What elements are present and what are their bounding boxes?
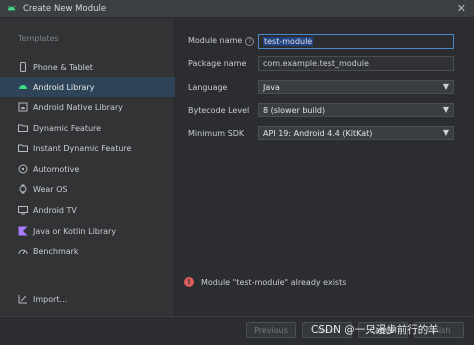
- phone-icon: [18, 62, 28, 72]
- android-logo-icon: [7, 5, 16, 11]
- sidebar-item-android-tv[interactable]: Android TV: [0, 200, 175, 220]
- import-label: Import...: [33, 294, 68, 304]
- minimum-sdk-select[interactable]: API 19: Android 4.4 (KitKat) ▼: [258, 126, 454, 140]
- module-name-input[interactable]: test-module: [258, 34, 454, 49]
- kotlin-icon: [18, 226, 28, 236]
- language-row: Language: [188, 79, 258, 95]
- templates-sidebar: Templates Phone & Tablet Android Library…: [0, 19, 175, 316]
- help-icon[interactable]: ?: [245, 37, 255, 46]
- sidebar-item-dynamic-feature[interactable]: Dynamic Feature: [0, 118, 175, 138]
- android-icon: [18, 82, 28, 92]
- package-name-input[interactable]: com.example.test_module: [258, 56, 454, 71]
- package-name-value: com.example.test_module: [263, 59, 369, 68]
- chevron-down-icon: ▼: [442, 128, 449, 137]
- language-label: Language: [188, 82, 228, 92]
- native-library-icon: [18, 102, 28, 112]
- tv-icon: [18, 205, 28, 215]
- sidebar-item-label: Android Library: [33, 82, 95, 92]
- watermark-text: CSDN @一只漫步前行的羊: [311, 324, 439, 336]
- sidebar-item-label: Automotive: [33, 164, 80, 174]
- sidebar-item-label: Phone & Tablet: [33, 62, 93, 72]
- sidebar-item-automotive[interactable]: Automotive: [0, 159, 175, 179]
- package-name-label: Package name: [188, 58, 247, 68]
- package-name-row: Package name: [188, 55, 258, 71]
- bytecode-level-select[interactable]: 8 (slower build) ▼: [258, 103, 454, 117]
- sidebar-item-android-library[interactable]: Android Library: [0, 77, 175, 97]
- sidebar-item-label: Android TV: [33, 205, 77, 215]
- benchmark-icon: [18, 246, 28, 256]
- language-select[interactable]: Java ▼: [258, 80, 454, 94]
- bytecode-level-value: 8 (slower build): [263, 105, 326, 115]
- sidebar-item-android-native-library[interactable]: Android Native Library: [0, 97, 175, 117]
- bytecode-level-label: Bytecode Level: [188, 105, 250, 115]
- window-title: Create New Module: [23, 3, 107, 14]
- close-icon[interactable]: ✕: [457, 2, 466, 15]
- templates-header: Templates: [18, 34, 59, 43]
- sidebar-item-instant-dynamic-feature[interactable]: Instant Dynamic Feature: [0, 138, 175, 158]
- import-button[interactable]: Import...: [0, 289, 175, 309]
- chevron-down-icon: ▼: [442, 82, 449, 91]
- sidebar-item-label: Dynamic Feature: [33, 123, 102, 133]
- validation-error: ! Module "test-module" already exists: [184, 277, 346, 287]
- sidebar-item-java-kotlin-library[interactable]: Java or Kotlin Library: [0, 221, 175, 241]
- module-name-label: Module name?: [188, 36, 258, 46]
- minimum-sdk-label: Minimum SDK: [188, 128, 245, 138]
- previous-button[interactable]: Previous: [246, 322, 296, 338]
- bytecode-level-row: Bytecode Level: [188, 102, 258, 118]
- minimum-sdk-value: API 19: Android 4.4 (KitKat): [263, 128, 373, 138]
- error-icon: !: [184, 277, 194, 287]
- sidebar-item-label: Java or Kotlin Library: [33, 226, 117, 236]
- minimum-sdk-row: Minimum SDK: [188, 125, 258, 141]
- sidebar-item-label: Benchmark: [33, 246, 79, 256]
- module-name-value: test-module: [263, 37, 314, 46]
- chevron-down-icon: ▼: [442, 105, 449, 114]
- watch-icon: [18, 184, 28, 194]
- module-name-row: Module name?: [188, 33, 258, 49]
- sidebar-item-label: Instant Dynamic Feature: [33, 143, 132, 153]
- car-icon: [18, 164, 28, 174]
- import-icon: [18, 294, 28, 304]
- language-value: Java: [263, 82, 280, 92]
- module-form: Module name? test-module Package name co…: [176, 19, 474, 316]
- error-message: Module "test-module" already exists: [201, 277, 347, 287]
- sidebar-item-wear-os[interactable]: Wear OS: [0, 179, 175, 199]
- sidebar-item-benchmark[interactable]: Benchmark: [0, 241, 175, 261]
- sidebar-item-label: Wear OS: [33, 184, 68, 194]
- sidebar-item-label: Android Native Library: [33, 102, 123, 112]
- folder-icon: [18, 123, 28, 133]
- sidebar-item-phone-tablet[interactable]: Phone & Tablet: [0, 57, 175, 77]
- folder-icon: [18, 143, 28, 153]
- title-bar: Create New Module ✕: [0, 0, 474, 18]
